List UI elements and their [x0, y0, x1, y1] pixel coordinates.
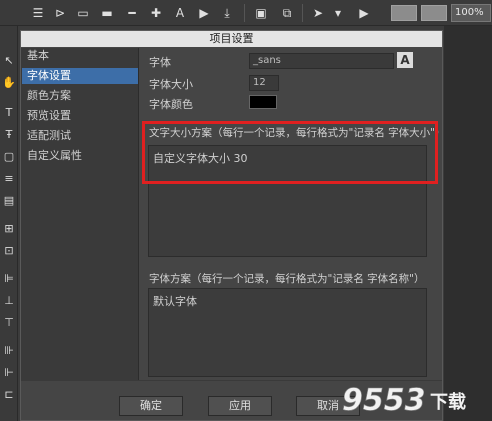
play-icon[interactable]: ▶ — [356, 5, 372, 21]
svg-text:9553: 9553 — [342, 383, 426, 418]
group-icon[interactable]: ⊞ — [2, 222, 16, 236]
panel-icon[interactable]: ▤ — [2, 194, 16, 208]
font-input[interactable]: _sans — [249, 53, 394, 69]
nav-item-font-settings[interactable]: 字体设置 — [22, 68, 138, 84]
save-all-icon[interactable]: ⧉ — [279, 5, 295, 21]
zoom-field[interactable]: 100% — [451, 4, 491, 22]
dropdown-icon[interactable]: ▾ — [330, 5, 346, 21]
toolbar-separator — [302, 4, 303, 22]
dialog-title: 项目设置 — [21, 31, 442, 47]
media-icon[interactable]: ▶ — [196, 5, 212, 21]
save-icon[interactable]: ▣ — [253, 5, 269, 21]
frame-icon[interactable]: ▢ — [2, 150, 16, 164]
align-left-icon[interactable]: ⊫ — [2, 272, 16, 286]
stroke-color-swatch[interactable] — [421, 5, 447, 21]
size-scheme-textarea[interactable]: 自定义字体大小 30 — [148, 145, 427, 257]
size-scheme-text: 自定义字体大小 30 — [153, 152, 248, 165]
font-scheme-text: 默认字体 — [153, 295, 197, 308]
button-icon[interactable]: ▬ — [99, 5, 115, 21]
select-arrow-icon[interactable]: ↖ — [2, 54, 16, 68]
size-icon[interactable]: ⊏ — [2, 388, 16, 402]
plus-icon[interactable]: ✚ — [148, 5, 164, 21]
ok-button[interactable]: 确定 — [119, 396, 183, 416]
rich-text-icon[interactable]: Ŧ — [2, 128, 16, 142]
text-tool-icon[interactable]: T — [2, 106, 16, 120]
minus-icon[interactable]: ━ — [124, 5, 140, 21]
font-scheme-textarea[interactable]: 默认字体 — [148, 288, 427, 377]
nav-item-custom-attributes[interactable]: 自定义属性 — [22, 148, 138, 164]
app-window: ☰ ⊳ ▭ ▬ ━ ✚ A ▶ ⤓ ▣ ⧉ ➤ ▾ ▶ 100% ↖ ✋ T Ŧ… — [0, 0, 492, 421]
size-scheme-label: 文字大小方案（每行一个记录，每行格式为"记录名 字体大小"） — [149, 127, 446, 139]
nav-item-color-scheme[interactable]: 颜色方案 — [22, 88, 138, 104]
font-label: 字体 — [149, 56, 171, 69]
text-icon[interactable]: A — [172, 5, 188, 21]
font-color-swatch[interactable] — [249, 95, 277, 109]
font-picker-button[interactable]: A — [397, 52, 413, 68]
link-icon[interactable]: ⊡ — [2, 244, 16, 258]
toolbar-separator — [244, 4, 245, 22]
font-color-label: 字体颜色 — [149, 98, 193, 111]
font-settings-panel: 字体 _sans A 字体大小 12 字体颜色 文字大小方案（每行一个记录，每行… — [140, 48, 446, 380]
apply-button[interactable]: 应用 — [208, 396, 272, 416]
fill-color-swatch[interactable] — [391, 5, 417, 21]
nav-item-basic[interactable]: 基本 — [22, 48, 138, 64]
rectangle-icon[interactable]: ▭ — [75, 5, 91, 21]
font-scheme-label: 字体方案（每行一个记录，每行格式为"记录名 字体名称"） — [149, 273, 425, 285]
nav-item-preview-settings[interactable]: 预览设置 — [22, 108, 138, 124]
font-size-input[interactable]: 12 — [249, 75, 279, 91]
settings-nav: 基本 字体设置 颜色方案 预览设置 适配测试 自定义属性 — [21, 48, 139, 380]
distribute-v-icon[interactable]: ⊩ — [2, 366, 16, 380]
top-toolbar: ☰ ⊳ ▭ ▬ ━ ✚ A ▶ ⤓ ▣ ⧉ ➤ ▾ ▶ 100% — [0, 0, 492, 26]
tool-palette: ↖ ✋ T Ŧ ▢ ≡ ▤ ⊞ ⊡ ⊫ ⊥ ⊤ ⊪ ⊩ ⊏ — [0, 26, 18, 421]
import-icon[interactable]: ⤓ — [219, 5, 235, 21]
publish-icon[interactable]: ➤ — [310, 5, 326, 21]
right-panel — [444, 26, 492, 421]
list-icon[interactable]: ☰ — [30, 5, 46, 21]
align-center-icon[interactable]: ⊥ — [2, 294, 16, 308]
project-settings-dialog: 项目设置 基本 字体设置 颜色方案 预览设置 适配测试 自定义属性 字体 _sa… — [20, 30, 446, 421]
list-tool-icon[interactable]: ≡ — [2, 172, 16, 186]
align-bottom-icon[interactable]: ⊤ — [2, 316, 16, 330]
tag-icon[interactable]: ⊳ — [52, 5, 68, 21]
distribute-h-icon[interactable]: ⊪ — [2, 344, 16, 358]
nav-item-adapt-test[interactable]: 适配测试 — [22, 128, 138, 144]
hand-icon[interactable]: ✋ — [2, 76, 16, 90]
watermark-logo: 9553 下载 — [342, 383, 466, 418]
svg-text:下载: 下载 — [430, 391, 466, 413]
font-size-label: 字体大小 — [149, 78, 193, 91]
